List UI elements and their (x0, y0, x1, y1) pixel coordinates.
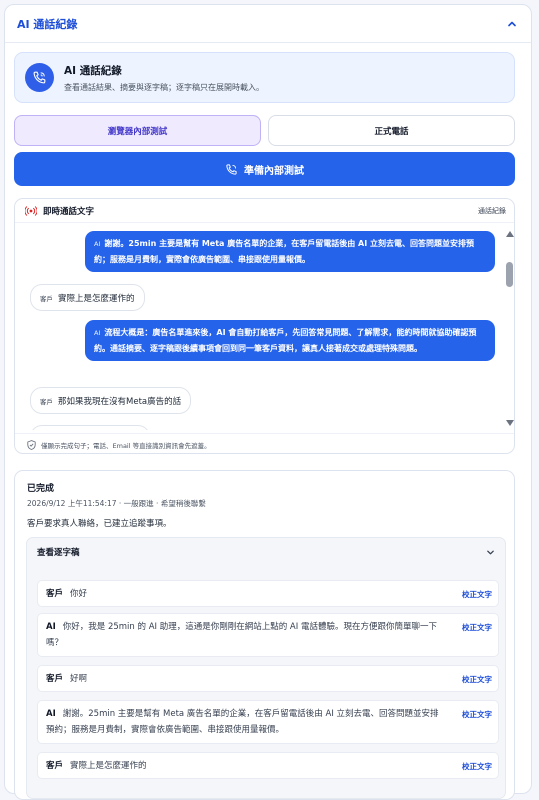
scroll-thumb[interactable] (506, 262, 513, 287)
speaker-tag: AI (94, 240, 101, 248)
speaker-label: AI (46, 709, 56, 719)
shield-check-icon (27, 439, 36, 450)
message-text: 謝謝。25min 主要是幫有 Meta 廣告名單的企業，在客戶留電話後由 AI … (94, 239, 474, 264)
row-text: 實際上是怎麼運作的 (70, 761, 147, 771)
info-subtitle: 查看通話結果、摘要與逐字稿；逐字稿只在展開時載入。 (64, 82, 264, 92)
call-log-link[interactable]: 通話紀錄 (478, 206, 506, 216)
broadcast-icon (25, 205, 37, 216)
call-result-card: 已完成 2026/9/12 上午11:54:17 · 一般跟進 · 希望稍後聯繫… (14, 470, 515, 800)
correct-text-button[interactable]: 校正文字 (462, 674, 492, 685)
message-text: 那如果我現在沒有Meta廣告的話 (58, 396, 182, 407)
speaker-tag: 客戶 (40, 397, 53, 406)
row-text: 好啊 (70, 674, 88, 684)
info-card: AI 通話紀錄 查看通話結果、摘要與逐字稿；逐字稿只在展開時載入。 (14, 52, 515, 103)
transcript-section: 查看逐字稿 客戶 你好 校正文字 AI 你好，我是 25min 的 AI 助理，這通… (26, 537, 506, 799)
chat-message-ai: AI 謝謝。25min 主要是幫有 Meta 廣告名單的企業，在客戶留電話後由 A… (85, 231, 495, 272)
correct-text-button[interactable]: 校正文字 (462, 761, 492, 772)
speaker-tag: AI (94, 329, 101, 337)
scroll-up-arrow-icon[interactable] (506, 231, 514, 237)
transcript-row: 客戶 你好 校正文字 (37, 580, 499, 607)
chevron-down-icon (487, 550, 494, 554)
phone-call-icon (226, 163, 237, 175)
panel-header[interactable]: AI 通話紀錄 (5, 5, 531, 43)
speaker-label: 客戶 (46, 674, 64, 684)
row-text: 謝謝。25min 主要是幫有 Meta 廣告名單的企業，在客戶留電話後由 AI … (46, 709, 439, 735)
row-text: 你好，我是 25min 的 AI 助理，這通是你剛剛在網站上點的 AI 電話體驗… (46, 622, 437, 648)
live-transcript-card: 即時通話文字 通話紀錄 AI 謝謝。25min 主要是幫有 Meta 廣告名單的企… (14, 198, 515, 454)
live-header: 即時通話文字 通話紀錄 (15, 199, 514, 223)
transcript-row: AI 謝謝。25min 主要是幫有 Meta 廣告名單的企業，在客戶留電話後由 A… (37, 700, 499, 744)
chat-scroll-area[interactable]: AI 謝謝。25min 主要是幫有 Meta 廣告名單的企業，在客戶留電話後由 A… (15, 224, 503, 430)
prepare-test-button[interactable]: 準備內部測試 (14, 152, 515, 186)
correct-text-button[interactable]: 校正文字 (462, 622, 492, 633)
phone-call-icon (25, 63, 54, 92)
transcript-row: 客戶 實際上是怎麼運作的 校正文字 (37, 752, 499, 779)
tab-real-phone[interactable]: 正式電話 (268, 115, 515, 146)
row-text: 你好 (70, 589, 88, 599)
call-status: 已完成 (27, 484, 55, 494)
speaker-label: 客戶 (46, 761, 64, 771)
chat-message-user: 客戶 那如果我現在沒有Meta廣告的話 (30, 387, 192, 414)
chat-message-user: 客戶 實際上是怎麼運作的 (30, 284, 145, 311)
correct-text-button[interactable]: 校正文字 (462, 589, 492, 600)
chat-message-ai: AI 流程大概是：廣告名單進來後，AI 會自動打給客戶，先回答常見問題、了解需求，… (85, 320, 495, 361)
transcript-toggle[interactable]: 查看逐字稿 (27, 538, 505, 566)
message-text: 實際上是怎麼運作的 (58, 293, 135, 304)
info-title: AI 通話紀錄 (64, 64, 122, 77)
chat-scrollbar[interactable] (503, 224, 514, 430)
transcript-row: AI 你好，我是 25min 的 AI 助理，這通是你剛剛在網站上點的 AI 電話… (37, 613, 499, 657)
correct-text-button[interactable]: 校正文字 (462, 709, 492, 720)
privacy-note: 僅顯示完成句子；電話、Email 等直接識別資訊會先遮蓋。 (15, 433, 514, 453)
transcript-label: 查看逐字稿 (37, 548, 80, 558)
chat-message-user-partial (30, 425, 150, 430)
live-title: 即時通話文字 (43, 206, 95, 217)
call-summary: 客戶要求真人聯絡，已建立追蹤事項。 (27, 519, 172, 529)
tab-browser-test[interactable]: 瀏覽器內部測試 (14, 115, 261, 146)
message-text: 流程大概是：廣告名單進來後，AI 會自動打給客戶，先回答常見問題、了解需求，能約… (94, 328, 477, 353)
chevron-up-icon[interactable] (505, 17, 519, 31)
transcript-row: 客戶 好啊 校正文字 (37, 665, 499, 692)
call-meta: 2026/9/12 上午11:54:17 · 一般跟進 · 希望稍後聯繫 (27, 499, 206, 508)
panel-title: AI 通話紀錄 (17, 17, 78, 31)
speaker-tag: 客戶 (40, 294, 53, 303)
speaker-label: 客戶 (46, 589, 64, 599)
speaker-label: AI (46, 622, 56, 632)
scroll-down-arrow-icon[interactable] (506, 420, 514, 426)
prepare-test-label: 準備內部測試 (244, 165, 304, 177)
privacy-note-text: 僅顯示完成句子；電話、Email 等直接識別資訊會先遮蓋。 (41, 441, 211, 450)
